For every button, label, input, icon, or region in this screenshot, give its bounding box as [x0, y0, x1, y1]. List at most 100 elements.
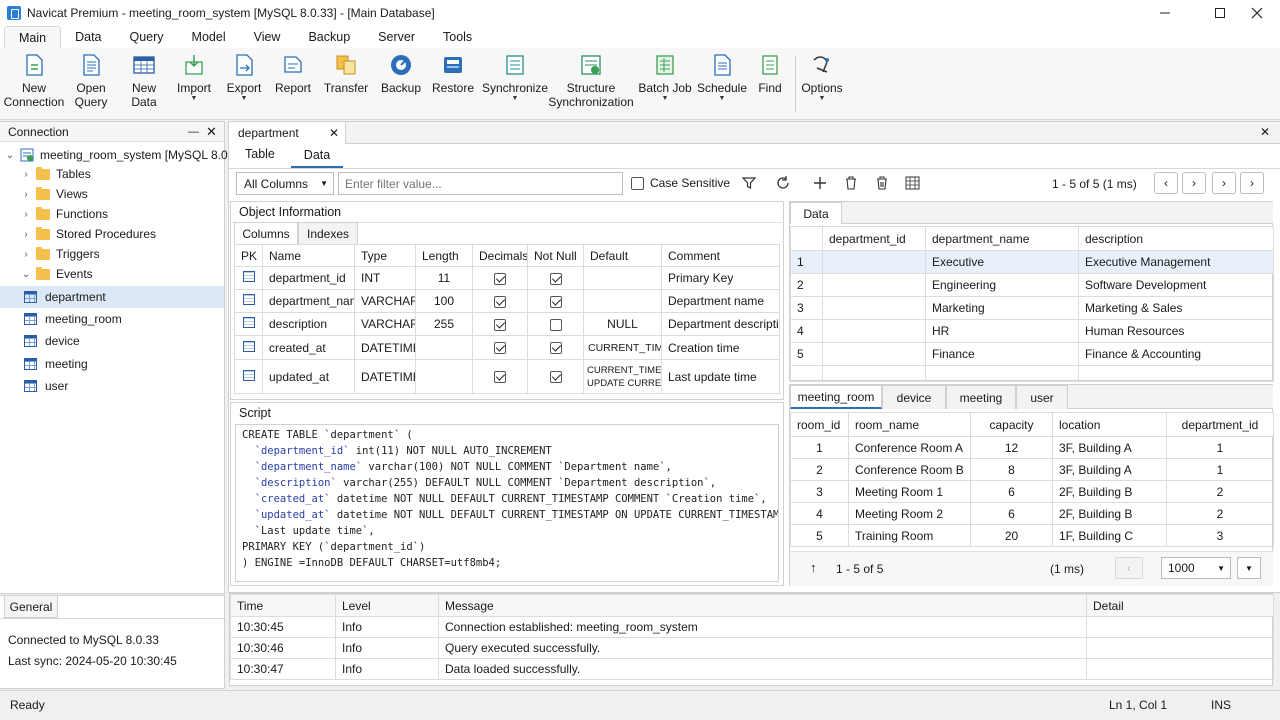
grid-view-button[interactable]: [900, 172, 924, 194]
last-page-button[interactable]: ›: [1240, 172, 1264, 194]
add-record-button[interactable]: [808, 172, 832, 194]
room-name-cell[interactable]: Training Room: [848, 524, 971, 547]
decimals-checkbox[interactable]: [494, 272, 506, 285]
export-button[interactable]: Export ▼: [224, 52, 264, 103]
room-id-cell[interactable]: 1: [790, 436, 849, 459]
panel-close-icon[interactable]: ✕: [206, 124, 217, 140]
case-sensitive-toggle[interactable]: Case Sensitive: [631, 176, 730, 190]
decimals-checkbox[interactable]: [494, 371, 506, 384]
department-id-cell[interactable]: 1: [1166, 436, 1274, 459]
table-row[interactable]: 2 Conference Room B 8 3F, Building A 1: [790, 458, 1274, 481]
col-header-detail[interactable]: Detail: [1086, 594, 1274, 617]
tree-folder-views[interactable]: › Views: [20, 184, 88, 204]
location-cell[interactable]: 1F, Building C: [1052, 524, 1167, 547]
table-row[interactable]: 2 Engineering Software Development: [790, 273, 1274, 297]
menu-view[interactable]: View: [240, 26, 295, 48]
table-row[interactable]: created_at DATETIME CURRENT_TIMESTAMP Cr…: [234, 335, 780, 360]
find-button[interactable]: Find: [752, 52, 788, 95]
tree-table-meeting-room[interactable]: meeting_room: [24, 309, 122, 329]
tab-meeting-room[interactable]: meeting_room: [790, 385, 882, 409]
next-page-button[interactable]: ›: [1212, 172, 1236, 194]
options-button[interactable]: Options ▼: [800, 52, 844, 103]
capacity-cell[interactable]: 8: [970, 458, 1053, 481]
table-row[interactable]: department_name VARCHAR 100 Department n…: [234, 289, 780, 313]
location-cell[interactable]: 2F, Building B: [1052, 480, 1167, 503]
minimize-button[interactable]: [1142, 0, 1188, 26]
description-cell[interactable]: Software Development: [1078, 273, 1274, 297]
limit-select[interactable]: 1000 ▼: [1161, 557, 1231, 579]
general-tab[interactable]: General: [4, 596, 58, 618]
col-header-time[interactable]: Time: [230, 594, 336, 617]
table-row[interactable]: 1 Conference Room A 12 3F, Building A 1: [790, 436, 1274, 459]
room-id-cell[interactable]: 5: [790, 524, 849, 547]
department-name-cell[interactable]: HR: [925, 319, 1079, 343]
capacity-cell[interactable]: 20: [970, 524, 1053, 547]
transfer-button[interactable]: Transfer: [324, 52, 368, 95]
close-tab-icon[interactable]: ✕: [329, 126, 339, 140]
menu-data[interactable]: Data: [61, 26, 115, 48]
room-id-cell[interactable]: 4: [790, 502, 849, 525]
col-header-message[interactable]: Message: [438, 594, 1087, 617]
arrow-up-icon[interactable]: ↑: [810, 560, 817, 575]
filter-value-input[interactable]: [338, 172, 623, 195]
table-row[interactable]: description VARCHAR 255 NULL Department …: [234, 312, 780, 336]
not-null-checkbox[interactable]: [549, 371, 562, 384]
schedule-button[interactable]: Schedule ▼: [697, 52, 747, 103]
panel-minimize-icon[interactable]: —: [188, 126, 199, 138]
subtab-table[interactable]: Table: [245, 147, 275, 167]
location-cell[interactable]: 2F, Building B: [1052, 502, 1167, 525]
department-name-cell[interactable]: Marketing: [925, 296, 1079, 320]
not-null-checkbox[interactable]: [549, 342, 562, 355]
delete-record-button[interactable]: [839, 172, 863, 194]
new-data-button[interactable]: New Data: [122, 52, 166, 109]
decimals-checkbox[interactable]: [494, 342, 506, 355]
table-row[interactable]: 4 Meeting Room 2 6 2F, Building B 2: [790, 502, 1274, 525]
table-row[interactable]: 1 Executive Executive Management: [790, 250, 1274, 274]
room-name-cell[interactable]: Conference Room A: [848, 436, 971, 459]
decimals-checkbox[interactable]: [494, 318, 506, 331]
menu-backup[interactable]: Backup: [294, 26, 364, 48]
room-id-cell[interactable]: 2: [790, 458, 849, 481]
filter-button[interactable]: [737, 172, 761, 194]
description-cell[interactable]: Executive Management: [1078, 250, 1274, 274]
tab-user[interactable]: user: [1016, 385, 1068, 409]
tree-folder-stored-procedures[interactable]: › Stored Procedures: [20, 224, 156, 244]
department-id-cell[interactable]: [822, 342, 926, 366]
tree-table-meeting[interactable]: meeting: [24, 354, 88, 374]
table-row[interactable]: 10:30:46 Info Query executed successfull…: [230, 637, 1274, 659]
department-id-cell[interactable]: [822, 319, 926, 343]
report-button[interactable]: Report: [272, 52, 314, 95]
col-header-capacity[interactable]: capacity: [970, 412, 1053, 437]
department-id-cell[interactable]: 3: [1166, 524, 1274, 547]
tree-table-department[interactable]: department: [0, 286, 224, 308]
tree-table-user[interactable]: user: [24, 376, 68, 396]
description-cell[interactable]: Finance & Accounting: [1078, 342, 1274, 366]
menu-tools[interactable]: Tools: [429, 26, 486, 48]
refresh-button[interactable]: [771, 172, 795, 194]
room-id-cell[interactable]: 3: [790, 480, 849, 503]
subtab-data[interactable]: Data: [291, 144, 343, 168]
not-null-checkbox[interactable]: [549, 272, 562, 285]
department-name-cell[interactable]: Engineering: [925, 273, 1079, 297]
new-connection-button[interactable]: New Connection: [4, 52, 64, 109]
location-cell[interactable]: 3F, Building A: [1052, 458, 1167, 481]
room-name-cell[interactable]: Meeting Room 1: [848, 480, 971, 503]
column-select[interactable]: All Columns ▼: [236, 172, 334, 195]
table-row[interactable]: 3 Marketing Marketing & Sales: [790, 296, 1274, 320]
department-id-cell[interactable]: [822, 273, 926, 297]
description-cell[interactable]: Marketing & Sales: [1078, 296, 1274, 320]
discard-button[interactable]: [870, 172, 894, 194]
col-header-room-name[interactable]: room_name: [848, 412, 971, 437]
close-editor-icon[interactable]: ✕: [1260, 125, 1270, 139]
col-header-room-id[interactable]: room_id: [790, 412, 849, 437]
col-header-department-name[interactable]: department_name: [925, 226, 1079, 251]
col-header-location[interactable]: location: [1052, 412, 1167, 437]
menu-server[interactable]: Server: [364, 26, 429, 48]
tab-indexes[interactable]: Indexes: [298, 222, 358, 244]
menu-model[interactable]: Model: [178, 26, 240, 48]
prev-page-button[interactable]: ›: [1182, 172, 1206, 194]
open-query-button[interactable]: Open Query: [68, 52, 114, 109]
not-null-checkbox[interactable]: [549, 318, 562, 331]
restore-button[interactable]: Restore: [432, 52, 474, 95]
tab-columns[interactable]: Columns: [234, 222, 298, 244]
